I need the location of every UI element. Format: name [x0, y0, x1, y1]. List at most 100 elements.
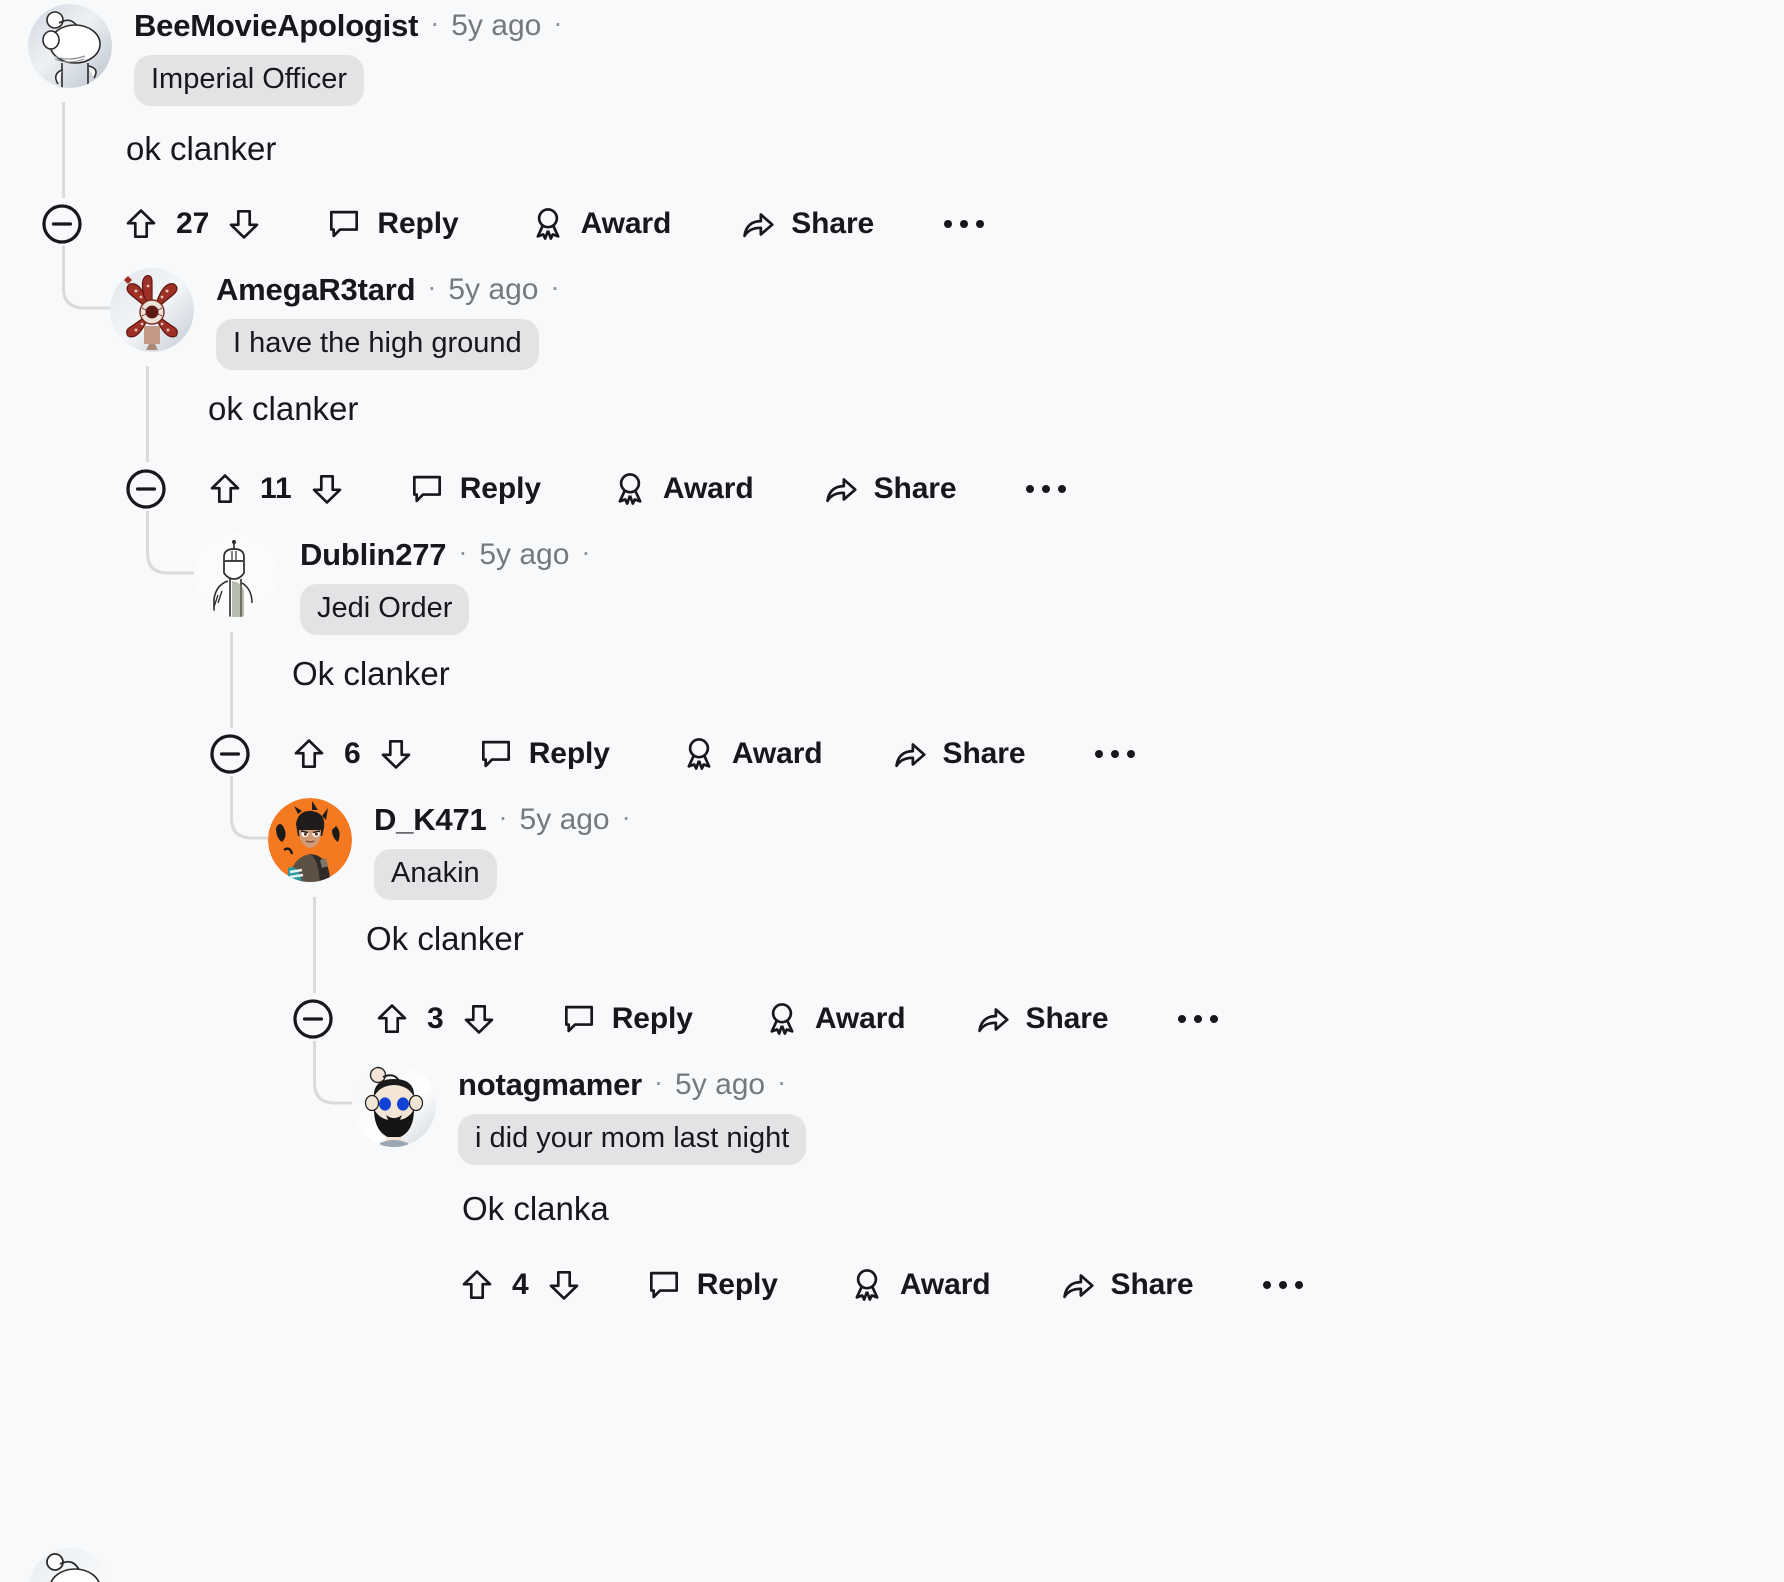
more-options-button[interactable]	[1022, 485, 1070, 493]
upvote-button[interactable]	[206, 470, 244, 508]
comment-byline: Dublin277 · 5y ago ·	[300, 537, 602, 571]
share-button[interactable]: Share	[891, 722, 1026, 786]
ellipsis-dot	[960, 220, 969, 228]
share-label: Share	[873, 472, 957, 505]
share-arrow-icon	[825, 478, 857, 503]
collapse-button[interactable]	[38, 200, 86, 248]
more-options-button[interactable]	[1091, 750, 1139, 758]
award-label: Award	[731, 737, 823, 770]
share-button[interactable]: Share	[739, 192, 874, 256]
award-button[interactable]: Award	[529, 192, 671, 256]
comment-bubble-icon	[412, 475, 441, 503]
award-button[interactable]: Award	[611, 457, 754, 521]
mandalorian-avatar	[194, 533, 278, 617]
ellipsis-dot	[1026, 485, 1035, 493]
ellipsis-dot	[944, 220, 953, 228]
comment-header: D_K471 · 5y ago · Anakin	[268, 798, 1738, 901]
comment-header: BeeMovieApologist · 5y ago · Imperial Of…	[28, 4, 1728, 107]
upvote-button[interactable]	[290, 735, 328, 773]
comment-author[interactable]: BeeMovieApologist	[134, 10, 418, 41]
award-button[interactable]: Award	[680, 722, 823, 786]
comment-body: Ok clanker	[292, 655, 450, 692]
vote-score: 6	[344, 737, 361, 770]
downvote-button[interactable]	[308, 470, 346, 508]
avatar[interactable]	[194, 533, 278, 617]
comment-author[interactable]: D_K471	[374, 804, 487, 835]
vote-group: 11	[206, 470, 346, 508]
comment-timestamp: 5y ago	[479, 537, 570, 571]
award-button[interactable]: Award	[763, 987, 906, 1051]
comment-author[interactable]: notagmamer	[458, 1069, 642, 1100]
more-options-button[interactable]	[1174, 1015, 1222, 1023]
reply-button[interactable]: Reply	[325, 192, 459, 256]
collapse-button[interactable]	[206, 730, 254, 778]
reply-button[interactable]: Reply	[477, 722, 610, 786]
share-arrow-icon	[894, 743, 926, 768]
award-button[interactable]: Award	[848, 1253, 991, 1317]
comment-body: Ok clanker	[366, 920, 524, 957]
separator-dot: ·	[427, 272, 437, 302]
award-label: Award	[814, 1002, 906, 1035]
upvote-button[interactable]	[373, 1000, 411, 1038]
thread-line[interactable]	[146, 366, 149, 462]
reply-button[interactable]: Reply	[645, 1253, 778, 1317]
avatar[interactable]	[268, 798, 352, 882]
user-flair-badge: Jedi Order	[300, 584, 470, 636]
share-button[interactable]: Share	[974, 987, 1109, 1051]
reply-button[interactable]: Reply	[560, 987, 693, 1051]
collapse-minus-icon	[126, 469, 166, 509]
upvote-arrow-icon	[126, 209, 156, 239]
collapse-button[interactable]	[122, 465, 170, 513]
downvote-button[interactable]	[460, 1000, 498, 1038]
upvote-button[interactable]	[122, 205, 160, 243]
comment-actions: 3 Reply Award Share	[289, 987, 1222, 1051]
comment-meta: D_K471 · 5y ago · Anakin	[374, 798, 643, 901]
downvote-button[interactable]	[545, 1266, 583, 1304]
more-options-button[interactable]	[1259, 1281, 1307, 1289]
share-label: Share	[1025, 1002, 1109, 1035]
share-button[interactable]: Share	[1059, 1253, 1194, 1317]
more-options-button[interactable]	[940, 220, 988, 228]
comment-bubble-icon	[330, 210, 359, 238]
ellipsis-dot	[1194, 1015, 1203, 1023]
share-label: Share	[942, 737, 1026, 770]
ellipsis-dot	[1127, 750, 1136, 758]
upvote-button[interactable]	[458, 1266, 496, 1304]
separator-dot: ·	[550, 272, 560, 302]
reply-button[interactable]: Reply	[408, 457, 541, 521]
comment-timestamp: 5y ago	[451, 8, 542, 42]
upvote-arrow-icon	[462, 1270, 492, 1300]
ellipsis-dot	[1058, 485, 1067, 493]
comment-thread-item: AmegaR3tard · 5y ago · I have the high g…	[110, 268, 1730, 427]
comment-meta: AmegaR3tard · 5y ago · I have the high g…	[216, 268, 571, 371]
reply-label: Reply	[611, 1002, 693, 1035]
downvote-button[interactable]	[377, 735, 415, 773]
share-button[interactable]: Share	[822, 457, 957, 521]
share-label: Share	[1110, 1268, 1194, 1301]
vote-group: 3	[373, 1000, 498, 1038]
separator-dot: ·	[430, 8, 440, 38]
vote-score: 3	[427, 1002, 444, 1035]
comment-actions: 11 Reply Award Share	[122, 457, 1070, 521]
thread-line[interactable]	[230, 632, 233, 728]
next-comment-avatar-partial[interactable]	[28, 1548, 112, 1582]
downvote-button[interactable]	[225, 205, 263, 243]
vote-group: 27	[122, 205, 263, 243]
collapse-button[interactable]	[289, 995, 337, 1043]
vote-group: 6	[290, 735, 415, 773]
comment-timestamp: 5y ago	[448, 272, 539, 306]
avatar[interactable]	[110, 268, 194, 352]
collapse-minus-icon	[293, 999, 333, 1039]
avatar[interactable]	[28, 4, 112, 88]
comment-author[interactable]: AmegaR3tard	[216, 274, 416, 305]
thread-line[interactable]	[62, 102, 65, 198]
separator-dot: ·	[654, 1067, 664, 1097]
vote-score: 4	[512, 1268, 529, 1301]
comment-body: Ok clanka	[462, 1190, 609, 1227]
thread-line[interactable]	[313, 897, 316, 993]
comment-header: AmegaR3tard · 5y ago · I have the high g…	[110, 268, 1730, 371]
comment-author[interactable]: Dublin277	[300, 539, 447, 570]
comment-timestamp: 5y ago	[519, 802, 610, 836]
avatar[interactable]	[352, 1063, 436, 1147]
award-medal-icon	[687, 738, 711, 770]
